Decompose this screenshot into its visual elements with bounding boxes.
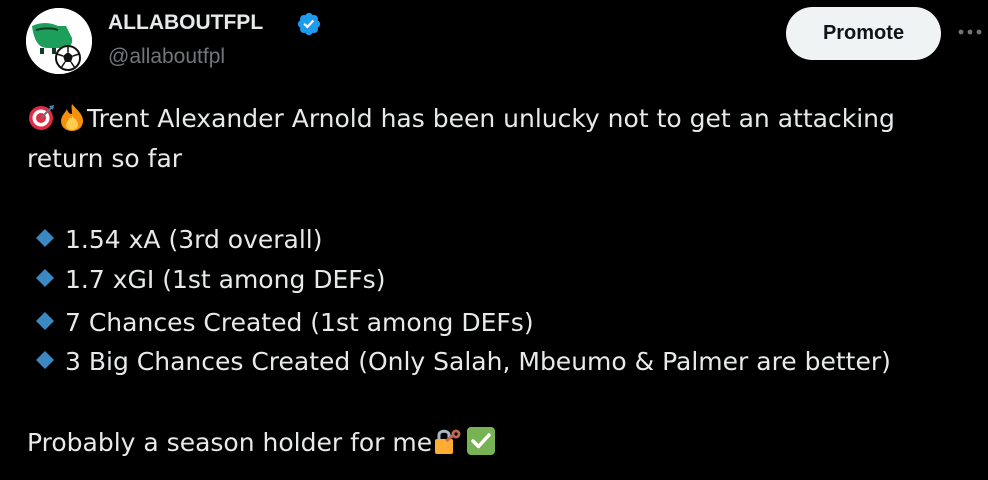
stat-bullet-text: 1.7 xGI (1st among DEFs) — [65, 265, 386, 294]
list-item: 3 Big Chances Created (Only Salah, Mbeum… — [34, 345, 891, 379]
direct-hit-icon — [29, 105, 54, 130]
tweet-line: Trent Alexander Arnold has been unlucky … — [27, 102, 895, 136]
promote-button[interactable]: Promote — [786, 7, 941, 60]
verified-badge-icon — [297, 12, 321, 36]
fire-icon — [61, 104, 83, 131]
tweet-line-1-text: Trent Alexander Arnold has been unlucky … — [87, 104, 895, 133]
author-handle[interactable]: @allaboutfpl — [108, 44, 225, 70]
stat-bullet-text: 1.54 xA (3rd overall) — [65, 225, 323, 254]
small-blue-diamond-icon — [36, 351, 54, 369]
more-options-icon[interactable] — [956, 22, 984, 42]
tweet-closing-line: Probably a season holder for me — [27, 426, 496, 460]
list-item: 7 Chances Created (1st among DEFs) — [34, 306, 534, 340]
small-blue-diamond-icon — [36, 312, 54, 330]
small-blue-diamond-icon — [36, 229, 54, 247]
small-blue-diamond-icon — [36, 269, 54, 287]
check-mark-button-icon — [467, 427, 496, 455]
football-boot-and-ball-icon — [26, 8, 92, 74]
author-display-name[interactable]: ALLABOUTFPL — [108, 10, 263, 36]
list-item: 1.7 xGI (1st among DEFs) — [34, 263, 385, 297]
author-avatar[interactable] — [26, 8, 92, 74]
list-item: 1.54 xA (3rd overall) — [34, 223, 322, 257]
tweet-closing-text: Probably a season holder for me — [27, 428, 433, 457]
stat-bullet-text: 3 Big Chances Created (Only Salah, Mbeum… — [65, 347, 891, 376]
tweet-line-2-text: return so far — [27, 144, 183, 173]
locked-with-key-icon — [435, 429, 461, 454]
stat-bullet-text: 7 Chances Created (1st among DEFs) — [65, 308, 534, 337]
